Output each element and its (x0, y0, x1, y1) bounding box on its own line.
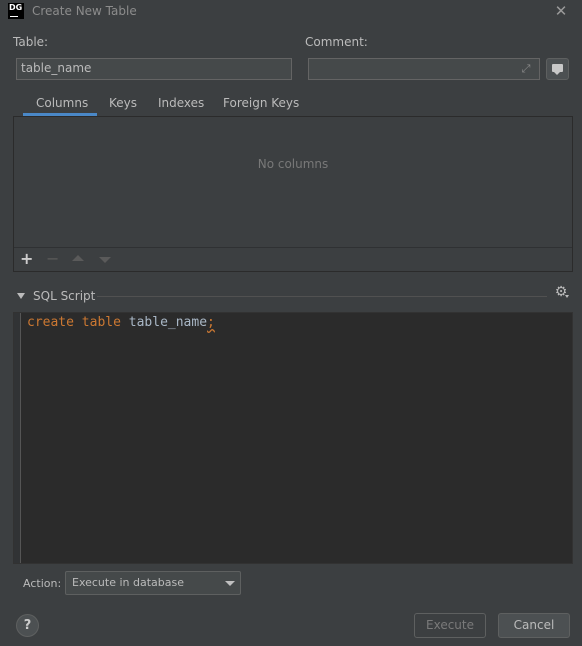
tab-columns[interactable]: Columns (36, 96, 88, 114)
sql-identifier: table_name (128, 315, 208, 330)
comment-input[interactable] (308, 58, 540, 80)
gear-dropdown-icon (565, 295, 569, 298)
execute-button[interactable]: Execute (414, 613, 486, 638)
close-icon[interactable]: ✕ (552, 2, 570, 20)
action-label: Action: (23, 577, 62, 590)
speech-bubble-icon (552, 64, 563, 72)
sql-keyword: create (27, 315, 74, 330)
app-logo-text: DG (9, 3, 23, 12)
comment-editor-button[interactable] (546, 58, 569, 80)
expand-icon[interactable]: ⤢ (518, 61, 534, 77)
sql-script-divider (97, 296, 547, 297)
table-label: Table: (13, 35, 49, 49)
sql-editor[interactable] (13, 312, 573, 564)
tab-indexes[interactable]: Indexes (158, 96, 204, 114)
tab-keys[interactable]: Keys (109, 96, 137, 114)
move-up-icon[interactable] (72, 255, 84, 261)
app-logo-icon: DG (8, 3, 24, 19)
window-title: Create New Table (32, 4, 137, 18)
action-dropdown[interactable]: Execute in database (65, 571, 241, 595)
editor-gutter-border (20, 313, 21, 563)
chevron-down-icon[interactable] (225, 581, 235, 586)
sql-keyword: table (81, 315, 121, 330)
table-name-input[interactable]: table_name (16, 58, 292, 80)
tab-foreign-keys[interactable]: Foreign Keys (223, 96, 299, 114)
sql-code[interactable]: create table table_name; (27, 315, 215, 330)
remove-icon[interactable]: − (46, 251, 60, 267)
help-button[interactable]: ? (16, 614, 39, 637)
columns-panel (13, 116, 573, 272)
sql-script-label[interactable]: SQL Script (33, 289, 95, 303)
add-icon[interactable]: + (20, 251, 34, 267)
comment-label: Comment: (305, 35, 368, 49)
move-down-icon[interactable] (99, 257, 111, 263)
sql-semicolon: ; (207, 315, 215, 330)
columns-toolbar-divider (14, 247, 572, 248)
empty-columns-text: No columns (257, 157, 329, 171)
cancel-button[interactable]: Cancel (498, 613, 570, 638)
collapse-triangle-icon[interactable] (17, 293, 25, 299)
